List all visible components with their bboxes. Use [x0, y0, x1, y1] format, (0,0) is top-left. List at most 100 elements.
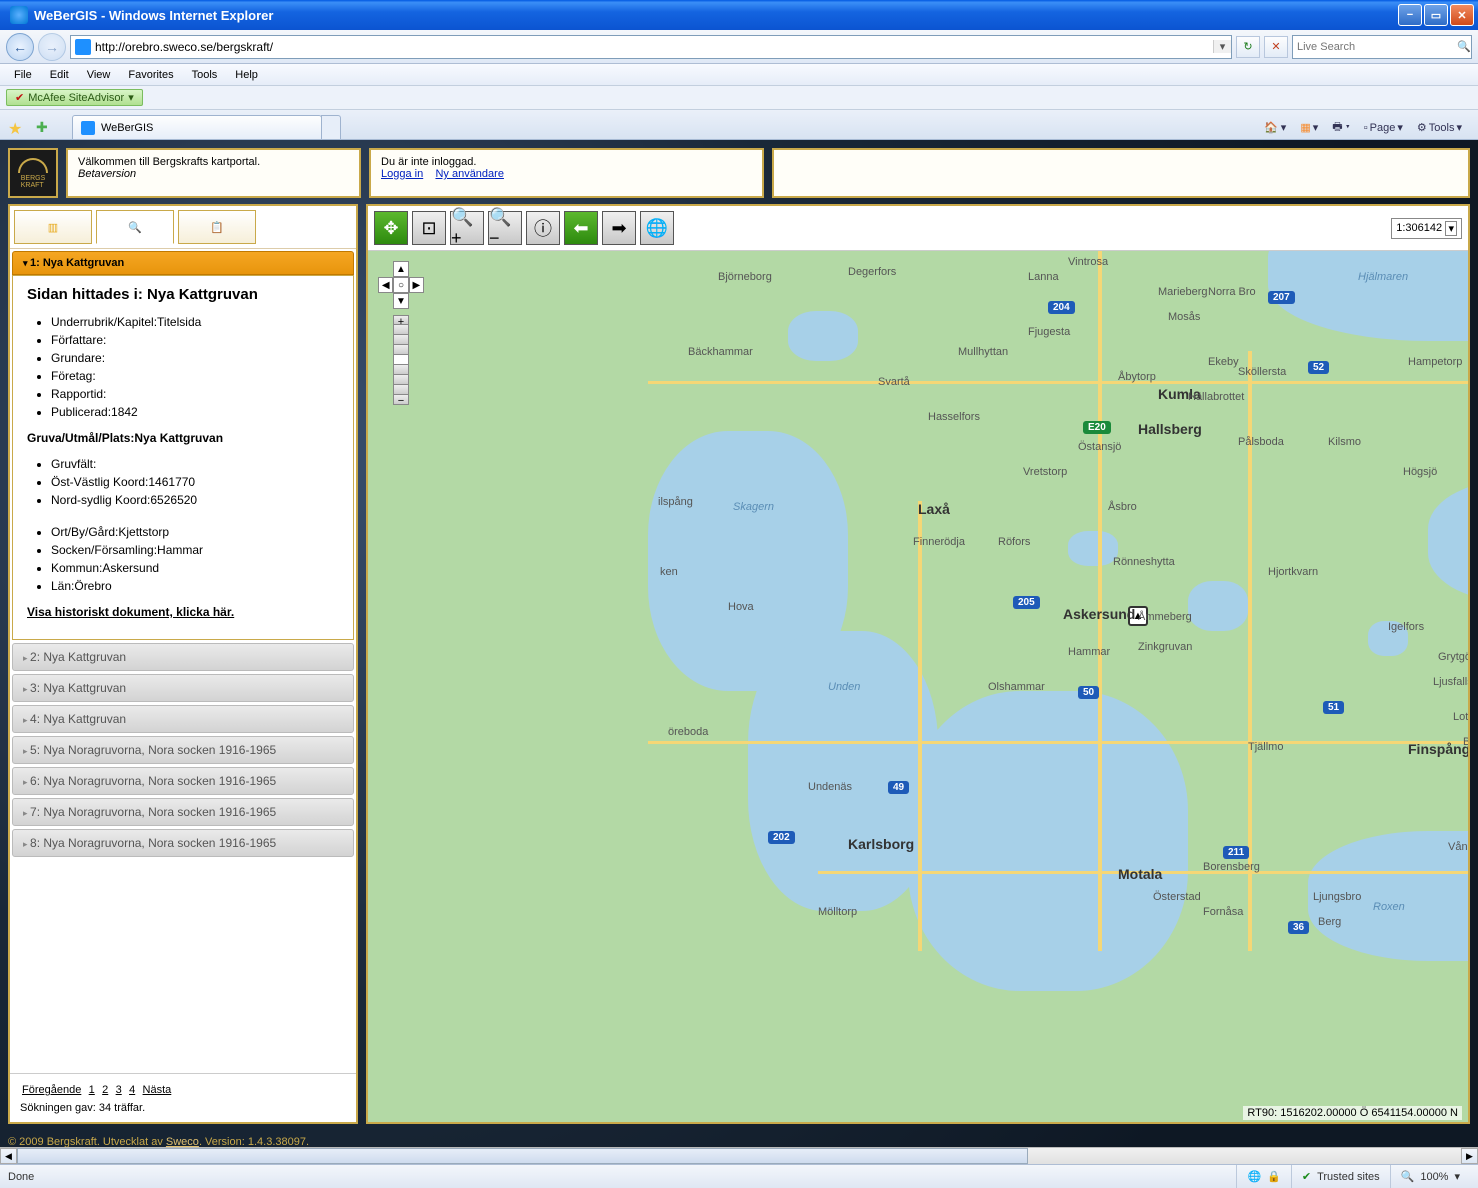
map-label: Björneborg [718, 271, 772, 283]
page-menu[interactable]: ▫ Page ▾ [1360, 119, 1407, 136]
map-label: Ljusfallshammar [1433, 676, 1468, 688]
security-zone[interactable]: ✔Trusted sites [1291, 1165, 1390, 1188]
tab-results[interactable]: 📋 [178, 210, 256, 244]
map-label: Askersund [1063, 606, 1135, 622]
pan-down[interactable]: ▼ [393, 293, 409, 309]
menu-help[interactable]: Help [227, 67, 266, 83]
favorites-star-icon[interactable]: ★ [8, 119, 28, 139]
not-logged-text: Du är inte inloggad. [381, 156, 752, 168]
pan-center[interactable]: ○ [393, 277, 408, 293]
window-titlebar: WeBerGIS - Windows Internet Explorer − ▭… [0, 0, 1478, 30]
next-extent-button[interactable]: ➡ [602, 211, 636, 245]
zoom-in-tool[interactable]: 🔍+ [450, 211, 484, 245]
mcafee-badge[interactable]: ✔McAfee SiteAdvisor▾ [6, 89, 143, 106]
search-box[interactable]: 🔍 [1292, 35, 1472, 59]
full-extent-button[interactable]: 🌐 [640, 211, 674, 245]
result-item[interactable]: 8: Nya Noragruvorna, Nora socken 1916-19… [12, 829, 354, 857]
result-item[interactable]: 4: Nya Kattgruvan [12, 705, 354, 733]
ie-icon [10, 6, 28, 24]
zoom-out-tool[interactable]: 🔍− [488, 211, 522, 245]
menu-file[interactable]: File [6, 67, 40, 83]
maximize-button[interactable]: ▭ [1424, 4, 1448, 26]
minimize-button[interactable]: − [1398, 4, 1422, 26]
result-item[interactable]: 7: Nya Noragruvorna, Nora socken 1916-19… [12, 798, 354, 826]
metadata-list: Underrubrik/Kapitel:Titelsida Författare… [27, 313, 339, 421]
menu-favorites[interactable]: Favorites [120, 67, 181, 83]
zoom-in-step[interactable]: + [393, 315, 409, 325]
zoom-slider[interactable]: + − [393, 315, 409, 405]
map-label: Rönneshytta [1113, 556, 1175, 568]
pan-right[interactable]: ▶ [409, 277, 424, 293]
map-label: Laxå [918, 501, 950, 517]
horizontal-scrollbar[interactable]: ◀ ▶ [0, 1147, 1478, 1164]
map-label: Norra Bro [1208, 286, 1256, 298]
scroll-right[interactable]: ▶ [1461, 1148, 1478, 1164]
map-label: Ekeby [1208, 356, 1239, 368]
scroll-left[interactable]: ◀ [0, 1148, 17, 1164]
add-favorite-icon[interactable]: ✚ [36, 119, 56, 139]
home-button[interactable]: 🏠 ▾ [1260, 119, 1290, 136]
map-label: Hjälmaren [1358, 271, 1408, 283]
pager-prev[interactable]: Föregående [22, 1084, 81, 1096]
url-dropdown[interactable]: ▾ [1213, 40, 1231, 53]
pager-next[interactable]: Nästa [143, 1084, 172, 1096]
result-item[interactable]: 2: Nya Kattgruvan [12, 643, 354, 671]
result-item[interactable]: 3: Nya Kattgruvan [12, 674, 354, 702]
close-button[interactable]: ✕ [1450, 4, 1474, 26]
result-list[interactable]: 1: Nya Kattgruvan Sidan hittades i: Nya … [10, 249, 356, 1073]
pan-tool[interactable]: ✥ [374, 211, 408, 245]
tab-favicon [81, 121, 95, 135]
pan-left[interactable]: ◀ [378, 277, 393, 293]
view-document-link[interactable]: Visa historiskt dokument, klicka här. [27, 605, 339, 619]
zoom-out-step[interactable]: − [393, 395, 409, 405]
print-button[interactable]: 🖶 ▾ [1328, 116, 1354, 139]
tab-title: WeBerGIS [101, 122, 153, 134]
pan-up[interactable]: ▲ [393, 261, 409, 277]
map-label: Berg [1318, 916, 1341, 928]
map-label: Hallsberg [1138, 421, 1202, 437]
search-go[interactable]: 🔍 [1457, 40, 1471, 53]
map-label: Åmmeberg [1138, 611, 1192, 623]
zoom-level[interactable]: 🔍100%▾ [1390, 1165, 1470, 1188]
stop-button[interactable]: ✕ [1264, 36, 1288, 58]
browser-tab[interactable]: WeBerGIS [72, 115, 322, 139]
menu-tools[interactable]: Tools [184, 67, 226, 83]
back-button[interactable]: ← [6, 33, 34, 61]
tab-layers[interactable]: ▥ [14, 210, 92, 244]
menu-edit[interactable]: Edit [42, 67, 77, 83]
map-view[interactable]: ▲ ◀○▶ ▼ + − ▲ RT90: 1516202.00000 Ö 6541… [368, 250, 1468, 1122]
map-label: Fjugesta [1028, 326, 1070, 338]
refresh-button[interactable]: ↻ [1236, 36, 1260, 58]
search-input[interactable] [1293, 41, 1457, 53]
route-shield: 52 [1308, 361, 1329, 374]
pager-page[interactable]: 3 [116, 1084, 122, 1096]
pager-page[interactable]: 1 [89, 1084, 95, 1096]
forward-button[interactable]: → [38, 33, 66, 61]
tools-menu[interactable]: ⚙ Tools ▾ [1413, 119, 1466, 136]
result-item[interactable]: 6: Nya Noragruvorna, Nora socken 1916-19… [12, 767, 354, 795]
location-list: Ort/By/Gård:Kjettstorp Socken/Församling… [27, 523, 339, 595]
map-label: Zinkgruvan [1138, 641, 1192, 653]
login-link[interactable]: Logga in [381, 168, 423, 180]
map-label: Bäckhammar [688, 346, 753, 358]
pager-page[interactable]: 4 [129, 1084, 135, 1096]
result-item[interactable]: 5: Nya Noragruvorna, Nora socken 1916-19… [12, 736, 354, 764]
map-label: Fornåsa [1203, 906, 1243, 918]
tab-search[interactable]: 🔍 [96, 210, 174, 244]
new-user-link[interactable]: Ny användare [435, 168, 504, 180]
scroll-thumb[interactable] [17, 1148, 1028, 1164]
feeds-button[interactable]: ▦ ▾ [1296, 119, 1322, 136]
new-tab-button[interactable] [321, 115, 341, 139]
prev-extent-button[interactable]: ⬅ [564, 211, 598, 245]
zoom-box-tool[interactable]: ⊡ [412, 211, 446, 245]
info-tool[interactable]: ⓘ [526, 211, 560, 245]
menu-view[interactable]: View [79, 67, 119, 83]
scale-display[interactable]: 1:306142 ▾ [1391, 218, 1462, 239]
address-bar[interactable]: ▾ [70, 35, 1232, 59]
map-label: Pålsboda [1238, 436, 1284, 448]
result-active-header[interactable]: 1: Nya Kattgruvan [12, 251, 354, 275]
map-label: Mosås [1168, 311, 1200, 323]
url-input[interactable] [95, 36, 1213, 58]
pager-page[interactable]: 2 [102, 1084, 108, 1096]
pager-summary: Sökningen gav: 34 träffar. [20, 1102, 346, 1114]
